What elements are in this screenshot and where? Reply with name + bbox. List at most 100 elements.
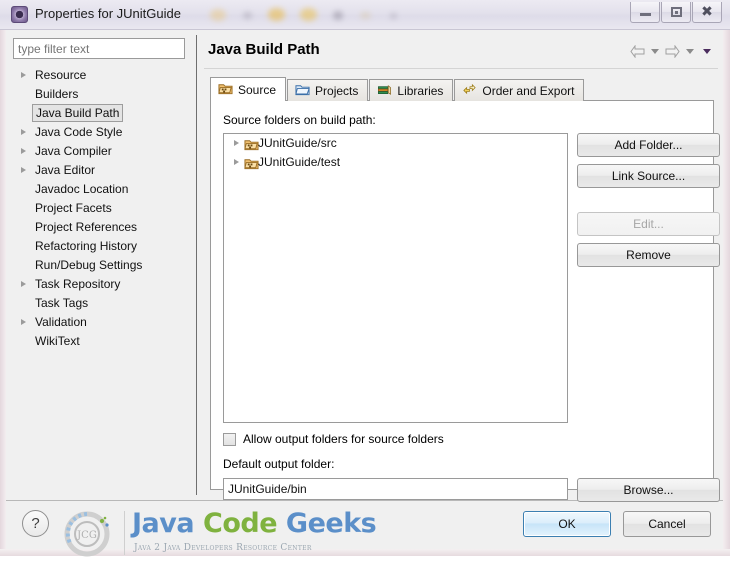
page-title: Java Build Path <box>208 41 320 58</box>
expand-triangle-icon[interactable] <box>234 159 239 165</box>
tab-label: Order and Export <box>482 83 575 98</box>
page-navigation <box>630 45 714 58</box>
sidebar-item-java-build-path[interactable]: Java Build Path <box>13 104 185 123</box>
edit-button: Edit... <box>577 212 720 236</box>
settings-page-pane: Java Build Path Source Projects Librarie… <box>204 35 720 502</box>
title-ghost-artifact <box>210 9 226 21</box>
title-ghost-artifact <box>333 11 343 20</box>
link-source-button[interactable]: Link Source... <box>577 164 720 188</box>
allow-output-folders-checkbox[interactable] <box>223 432 236 446</box>
cancel-button[interactable]: Cancel <box>623 511 711 537</box>
sidebar-item-task-tags[interactable]: Task Tags <box>13 294 185 313</box>
source-folder-label: JUnitGuide/test <box>258 155 341 169</box>
dialog-body: Resource Builders Java Build Path Java Code… <box>6 30 723 557</box>
default-output-folder-input[interactable] <box>223 478 568 500</box>
expand-triangle-icon[interactable] <box>21 281 26 287</box>
title-ghost-artifact <box>360 12 371 19</box>
sidebar-item-label: Builders <box>35 87 79 101</box>
sidebar-item-project-facets[interactable]: Project Facets <box>13 199 185 218</box>
help-button[interactable]: ? <box>22 510 49 537</box>
books-icon <box>377 82 392 100</box>
sidebar-item-java-compiler[interactable]: Java Compiler <box>13 142 185 161</box>
sidebar-item-label: Project Facets <box>35 201 112 215</box>
window-title: Properties for JUnitGuide <box>35 6 181 21</box>
tab-label: Projects <box>315 83 359 98</box>
page-menu-chevron-down-icon[interactable] <box>703 49 711 54</box>
sidebar-item-label: Refactoring History <box>35 239 138 253</box>
tab-libraries[interactable]: Libraries <box>369 79 454 101</box>
title-bar: Properties for JUnitGuide ✖ <box>0 0 730 30</box>
arrow-right-icon[interactable] <box>665 45 680 58</box>
settings-navigation-pane: Resource Builders Java Build Path Java Code… <box>10 35 190 495</box>
default-output-folder-label: Default output folder: <box>223 457 335 471</box>
sidebar-item-label: Java Build Path <box>32 104 124 122</box>
tab-source[interactable]: Source <box>210 77 287 102</box>
maximize-button[interactable] <box>661 2 691 23</box>
sidebar-item-label: Java Code Style <box>35 125 123 139</box>
expand-triangle-icon[interactable] <box>21 148 26 154</box>
sidebar-item-label: Validation <box>35 315 87 329</box>
expand-triangle-icon[interactable] <box>21 72 26 78</box>
sidebar-item-builders[interactable]: Builders <box>13 85 185 104</box>
order-export-icon <box>462 82 477 100</box>
title-ghost-artifact <box>390 13 397 19</box>
title-ghost-artifact <box>300 8 317 21</box>
sidebar-item-label: Javadoc Location <box>35 182 129 196</box>
sidebar-item-refactoring-history[interactable]: Refactoring History <box>13 237 185 256</box>
source-folders-label: Source folders on build path: <box>223 113 376 127</box>
minimize-button[interactable] <box>630 2 660 23</box>
back-dropdown-chevron-down-icon[interactable] <box>651 49 659 54</box>
dialog-footer: ? OK Cancel <box>6 501 723 549</box>
sidebar-item-javadoc-location[interactable]: Javadoc Location <box>13 180 185 199</box>
tab-projects[interactable]: Projects <box>287 79 369 101</box>
source-folder-row[interactable]: JUnitGuide/src <box>224 134 567 153</box>
minimize-icon <box>639 13 651 16</box>
ok-button[interactable]: OK <box>523 511 611 537</box>
add-folder-button[interactable]: Add Folder... <box>577 133 720 157</box>
maximize-icon <box>670 7 682 17</box>
package-folder-icon <box>218 81 233 99</box>
sidebar-item-task-repository[interactable]: Task Repository <box>13 275 185 294</box>
settings-tree[interactable]: Resource Builders Java Build Path Java Code… <box>13 66 185 491</box>
sidebar-item-label: Resource <box>35 68 87 82</box>
sidebar-item-label: Java Compiler <box>35 144 112 158</box>
build-path-tabs: Source Projects Libraries Order and Export <box>210 77 585 102</box>
sidebar-item-label: Task Tags <box>35 296 89 310</box>
source-tab-panel: Source folders on build path: JUnitGuide… <box>210 100 720 502</box>
sidebar-item-label: Project References <box>35 220 138 234</box>
arrow-left-icon[interactable] <box>630 45 645 58</box>
sidebar-item-validation[interactable]: Validation <box>13 313 185 332</box>
window-frame-right <box>723 0 730 556</box>
remove-button[interactable]: Remove <box>577 243 720 267</box>
allow-output-folders-row[interactable]: Allow output folders for source folders <box>223 432 444 446</box>
expand-triangle-icon[interactable] <box>21 129 26 135</box>
source-folders-list[interactable]: JUnitGuide/src JUnitGuide/test <box>223 133 568 423</box>
window-controls: ✖ <box>629 2 722 23</box>
tab-label: Libraries <box>397 83 444 98</box>
expand-triangle-icon[interactable] <box>234 140 239 146</box>
browse-button[interactable]: Browse... <box>577 478 720 502</box>
sidebar-item-wikitext[interactable]: WikiText <box>13 332 185 351</box>
close-icon: ✖ <box>701 4 713 20</box>
sidebar-item-resource[interactable]: Resource <box>13 66 185 85</box>
tab-order-and-export[interactable]: Order and Export <box>454 79 585 101</box>
sidebar-item-run-debug-settings[interactable]: Run/Debug Settings <box>13 256 185 275</box>
sidebar-item-label: WikiText <box>35 334 80 348</box>
package-folder-icon <box>244 156 259 177</box>
expand-triangle-icon[interactable] <box>21 319 26 325</box>
sidebar-item-java-editor[interactable]: Java Editor <box>13 161 185 180</box>
sidebar-item-java-code-style[interactable]: Java Code Style <box>13 123 185 142</box>
close-button[interactable]: ✖ <box>692 2 722 23</box>
properties-window-icon <box>11 6 28 23</box>
title-separator <box>204 68 718 69</box>
properties-dialog-window: Properties for JUnitGuide ✖ Resource Buil… <box>0 0 730 557</box>
window-frame-bottom <box>0 549 730 556</box>
forward-dropdown-chevron-down-icon[interactable] <box>686 49 694 54</box>
sidebar-item-label: Run/Debug Settings <box>35 258 143 272</box>
sidebar-item-project-references[interactable]: Project References <box>13 218 185 237</box>
filter-input[interactable] <box>13 38 185 59</box>
source-folder-row[interactable]: JUnitGuide/test <box>224 153 567 172</box>
source-folder-actions: Add Folder... Link Source... Edit... Remove <box>577 133 720 274</box>
source-folder-label: JUnitGuide/src <box>258 136 337 150</box>
expand-triangle-icon[interactable] <box>21 167 26 173</box>
